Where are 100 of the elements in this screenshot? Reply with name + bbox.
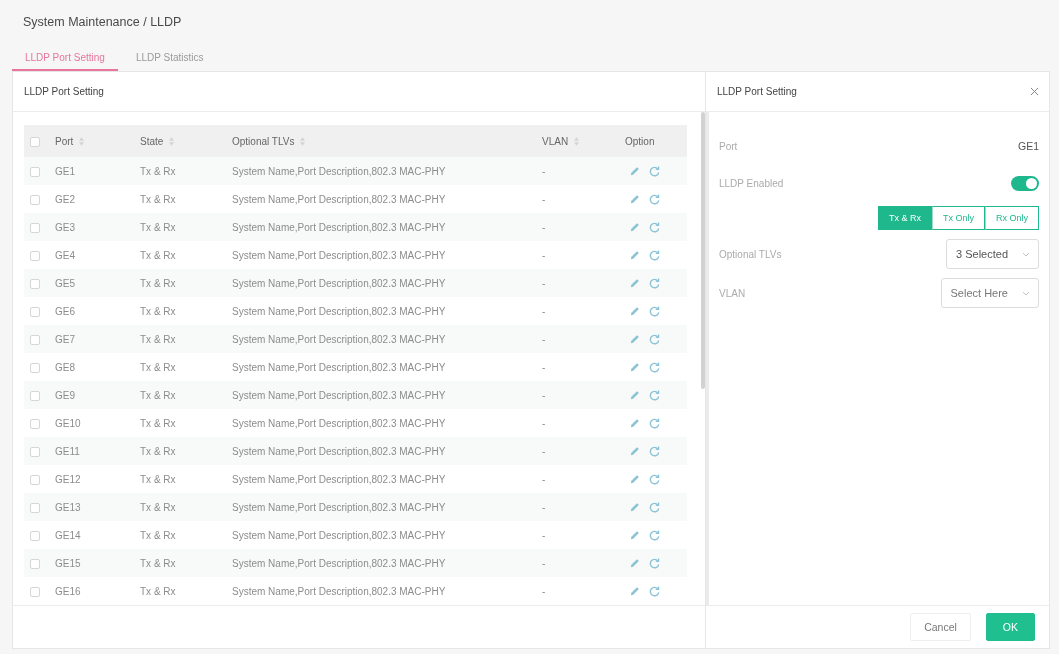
checkbox[interactable] bbox=[30, 362, 40, 373]
checkbox[interactable] bbox=[30, 306, 40, 317]
chevron-down-icon bbox=[1022, 290, 1030, 296]
vlan-cell: - bbox=[542, 417, 546, 429]
circular-arrow-icon[interactable] bbox=[649, 305, 660, 317]
circular-arrow-icon[interactable] bbox=[649, 165, 660, 177]
state-cell: Tx & Rx bbox=[140, 501, 176, 513]
pencil-icon[interactable] bbox=[630, 502, 640, 513]
column-header[interactable]: State bbox=[135, 125, 227, 157]
state-cell: Tx & Rx bbox=[140, 557, 176, 569]
checkbox[interactable] bbox=[30, 250, 40, 261]
vlan-cell: - bbox=[542, 557, 546, 569]
pencil-icon[interactable] bbox=[630, 446, 640, 457]
circular-arrow-icon[interactable] bbox=[649, 249, 660, 261]
port-cell: GE6 bbox=[55, 305, 75, 317]
vlan-cell: - bbox=[542, 333, 546, 345]
circular-arrow-icon[interactable] bbox=[649, 193, 660, 205]
port-cell: GE3 bbox=[55, 221, 75, 233]
sort-icon[interactable] bbox=[574, 137, 580, 147]
circular-arrow-icon[interactable] bbox=[649, 473, 660, 485]
vlan-cell: - bbox=[542, 473, 546, 485]
select-field[interactable]: Select Here bbox=[940, 278, 1039, 308]
tlvs-cell: System Name,Port Description,802.3 MAC-PHY bbox=[232, 473, 446, 485]
tlvs-cell: System Name,Port Description,802.3 MAC-PHY bbox=[232, 529, 446, 541]
port-cell: GE16 bbox=[55, 585, 81, 597]
vlan-cell: - bbox=[542, 305, 546, 317]
checkbox[interactable] bbox=[30, 418, 40, 429]
state-cell: Tx & Rx bbox=[140, 221, 176, 233]
circular-arrow-icon[interactable] bbox=[649, 501, 660, 513]
pencil-icon[interactable] bbox=[630, 250, 640, 261]
segment-button[interactable]: Tx & Rx bbox=[877, 206, 932, 230]
segment-button[interactable]: Tx Only bbox=[931, 206, 985, 230]
pencil-icon[interactable] bbox=[630, 166, 640, 177]
pencil-icon[interactable] bbox=[630, 390, 640, 401]
tab[interactable]: LLDP Statistics bbox=[122, 46, 217, 71]
segment-button[interactable]: Rx Only bbox=[985, 206, 1039, 230]
pencil-icon[interactable] bbox=[630, 334, 640, 345]
state-cell: Tx & Rx bbox=[140, 389, 176, 401]
circular-arrow-icon[interactable] bbox=[649, 277, 660, 289]
pencil-icon[interactable] bbox=[630, 586, 640, 597]
sort-icon[interactable] bbox=[169, 137, 175, 147]
checkbox[interactable] bbox=[30, 194, 40, 205]
circular-arrow-icon[interactable] bbox=[649, 389, 660, 401]
circular-arrow-icon[interactable] bbox=[649, 417, 660, 429]
tlvs-cell: System Name,Port Description,802.3 MAC-PHY bbox=[232, 417, 446, 429]
state-cell: Tx & Rx bbox=[140, 585, 176, 597]
circular-arrow-icon[interactable] bbox=[649, 361, 660, 373]
circular-arrow-icon[interactable] bbox=[649, 333, 660, 345]
pencil-icon[interactable] bbox=[630, 530, 640, 541]
vlan-cell: - bbox=[542, 249, 546, 261]
checkbox[interactable] bbox=[30, 390, 40, 401]
tlvs-cell: System Name,Port Description,802.3 MAC-PHY bbox=[232, 165, 446, 177]
circular-arrow-icon[interactable] bbox=[649, 585, 660, 597]
pencil-icon[interactable] bbox=[630, 418, 640, 429]
sort-icon[interactable] bbox=[300, 137, 306, 147]
tlvs-cell: System Name,Port Description,802.3 MAC-PHY bbox=[232, 221, 446, 233]
circular-arrow-icon[interactable] bbox=[649, 221, 660, 233]
field-label: Optional TLVs bbox=[719, 248, 782, 260]
checkbox[interactable] bbox=[30, 530, 40, 541]
checkbox[interactable] bbox=[30, 586, 40, 597]
column-header[interactable]: Optional TLVs bbox=[227, 125, 537, 157]
field-label: LLDP Enabled bbox=[719, 177, 784, 189]
pencil-icon[interactable] bbox=[630, 474, 640, 485]
checkbox[interactable] bbox=[30, 446, 40, 457]
checkbox[interactable] bbox=[30, 474, 40, 485]
state-cell: Tx & Rx bbox=[140, 445, 176, 457]
checkbox[interactable] bbox=[30, 334, 40, 345]
circular-arrow-icon[interactable] bbox=[649, 445, 660, 457]
checkbox[interactable] bbox=[30, 136, 40, 147]
pencil-icon[interactable] bbox=[630, 278, 640, 289]
circular-arrow-icon[interactable] bbox=[649, 529, 660, 541]
pencil-icon[interactable] bbox=[630, 194, 640, 205]
select-field[interactable]: 3 Selected bbox=[946, 239, 1039, 269]
vlan-cell: - bbox=[542, 501, 546, 513]
pencil-icon[interactable] bbox=[630, 558, 640, 569]
tlvs-cell: System Name,Port Description,802.3 MAC-PHY bbox=[232, 585, 446, 597]
checkbox[interactable] bbox=[30, 502, 40, 513]
toggle-switch[interactable] bbox=[1011, 175, 1039, 191]
cancel-button[interactable]: Cancel bbox=[910, 613, 971, 641]
vlan-cell: - bbox=[542, 165, 546, 177]
circular-arrow-icon[interactable] bbox=[649, 557, 660, 569]
pencil-icon[interactable] bbox=[630, 362, 640, 373]
vlan-cell: - bbox=[542, 221, 546, 233]
sort-icon[interactable] bbox=[79, 137, 85, 147]
checkbox[interactable] bbox=[30, 222, 40, 233]
state-cell: Tx & Rx bbox=[140, 193, 176, 205]
column-header[interactable]: Port bbox=[50, 125, 135, 157]
port-cell: GE5 bbox=[55, 277, 75, 289]
port-cell: GE14 bbox=[55, 529, 81, 541]
pencil-icon[interactable] bbox=[630, 222, 640, 233]
column-header[interactable]: VLAN bbox=[537, 125, 610, 157]
panel-title: LLDP Port Setting bbox=[717, 86, 797, 97]
port-cell: GE10 bbox=[55, 417, 81, 429]
state-cell: Tx & Rx bbox=[140, 249, 176, 261]
checkbox[interactable] bbox=[30, 558, 40, 569]
pencil-icon[interactable] bbox=[630, 306, 640, 317]
checkbox[interactable] bbox=[30, 278, 40, 289]
close-icon[interactable] bbox=[1030, 87, 1039, 96]
port-cell: GE7 bbox=[55, 333, 75, 345]
checkbox[interactable] bbox=[30, 166, 40, 177]
